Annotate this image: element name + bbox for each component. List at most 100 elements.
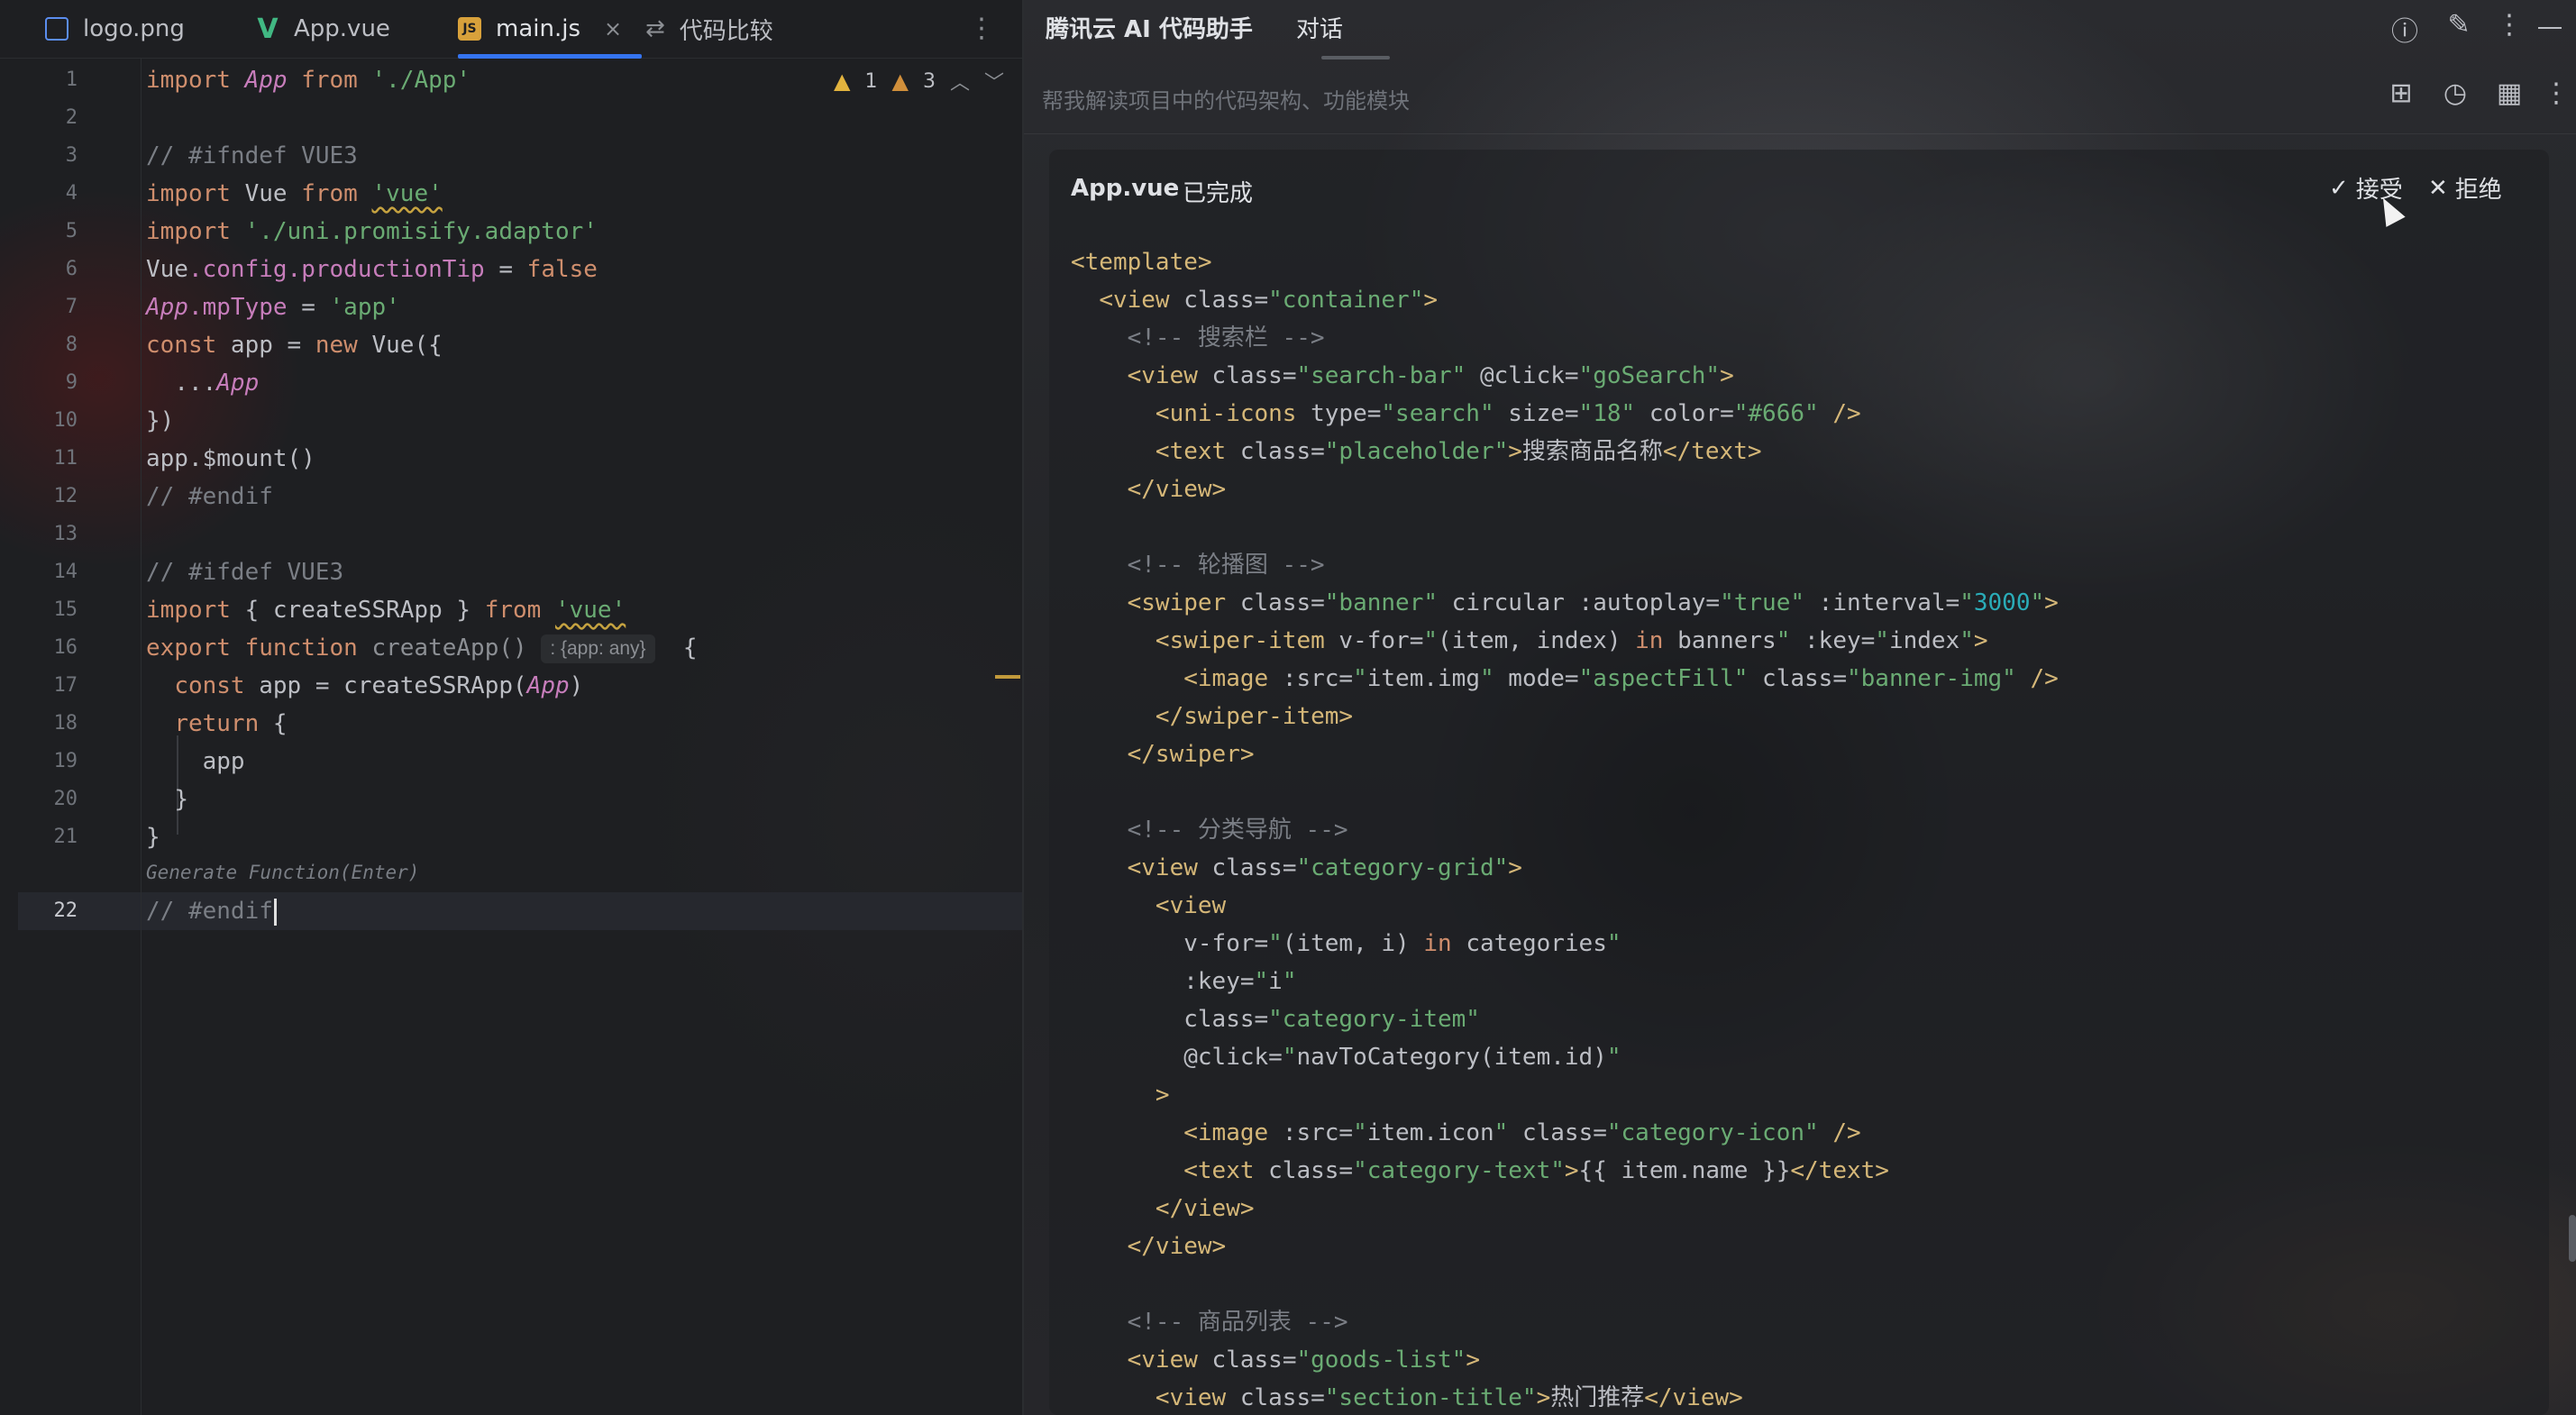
code-line-21[interactable]: } bbox=[146, 818, 160, 856]
weak-warning-icon: ▲ bbox=[891, 68, 909, 94]
code-line-9[interactable]: ...App bbox=[146, 364, 259, 402]
scrollbar-thumb[interactable] bbox=[2569, 1215, 2576, 1262]
vue-file-icon: V bbox=[257, 13, 279, 45]
code-line-11[interactable]: app.$mount() bbox=[146, 440, 315, 478]
suggested-code-line: <image :src="item.img" mode="aspectFill"… bbox=[1183, 665, 2059, 692]
more-vertical-icon[interactable]: ⋮ bbox=[2538, 78, 2574, 109]
code-line-22[interactable]: // #endif bbox=[146, 892, 277, 930]
reject-button[interactable]: ✕ 拒绝 bbox=[2428, 171, 2502, 205]
suggested-code-line: <image :src="item.icon" class="category-… bbox=[1183, 1119, 1861, 1146]
line-number: 2 bbox=[65, 106, 78, 129]
line-number: 18 bbox=[53, 712, 78, 735]
tab-code-compare[interactable]: ⇄ 代码比较 bbox=[645, 0, 773, 58]
code-line-1[interactable]: import App from './App' bbox=[146, 61, 470, 99]
line-number: 8 bbox=[65, 333, 78, 356]
assistant-header: 腾讯云 AI 代码助手 对话 ⓘ ✎ ⋮ bbox=[1024, 0, 2576, 59]
help-icon[interactable]: ⓘ bbox=[2387, 9, 2423, 49]
warning-count: 1 bbox=[864, 69, 878, 93]
ai-assistant-panel: 腾讯云 AI 代码助手 对话 ⓘ ✎ ⋮ 帮我解读项目中的代码架构、功能模块 ⊞… bbox=[1024, 0, 2576, 1415]
code-line-4[interactable]: import Vue from 'vue' bbox=[146, 175, 443, 213]
code-line-12[interactable]: // #endif bbox=[146, 478, 273, 516]
diff-icon: ⇄ bbox=[645, 15, 665, 42]
suggested-code-line: <view class="search-bar" @click="goSearc… bbox=[1127, 362, 1734, 389]
tab-chat[interactable]: 对话 bbox=[1296, 11, 1343, 44]
line-number: 12 bbox=[53, 485, 78, 507]
inlay-type-hint: : {app: any} bbox=[541, 634, 655, 663]
suggested-code-line: <template> bbox=[1071, 249, 1212, 276]
code-line-20[interactable]: } bbox=[146, 781, 188, 818]
suggested-code-line: :key="i" bbox=[1183, 968, 1297, 995]
line-number: 5 bbox=[65, 220, 78, 242]
code-line-3[interactable]: // #ifndef VUE3 bbox=[146, 137, 358, 175]
suggested-code-line: </view> bbox=[1127, 476, 1227, 503]
tab-label: App.vue bbox=[294, 15, 390, 42]
suggested-code-line: <!-- 搜索栏 --> bbox=[1127, 324, 1325, 351]
suggested-code-line: <text class="category-text">{{ item.name… bbox=[1183, 1157, 1889, 1184]
chevron-up-icon[interactable]: ︿ bbox=[950, 67, 970, 96]
suggested-code-line: <!-- 分类导航 --> bbox=[1127, 817, 1348, 844]
suggested-code-line: </view> bbox=[1127, 1233, 1227, 1260]
code-line-10[interactable]: }) bbox=[146, 402, 174, 440]
ide-window: logo.png V App.vue JS main.js × ⇄ 代码比较 ⋮… bbox=[0, 0, 2576, 1415]
js-file-icon: JS bbox=[458, 17, 481, 41]
tab-logo-png[interactable]: logo.png bbox=[45, 0, 185, 58]
code-line-7[interactable]: App.mpType = 'app' bbox=[146, 288, 400, 326]
weak-warning-count: 3 bbox=[922, 69, 936, 93]
tab-label: logo.png bbox=[83, 15, 185, 42]
line-number: 19 bbox=[53, 750, 78, 772]
line-number: 15 bbox=[53, 598, 78, 621]
history-icon[interactable]: ◷ bbox=[2437, 78, 2473, 109]
suggested-code[interactable]: <template> <view class="container"> <!--… bbox=[1071, 243, 2531, 1415]
close-icon[interactable]: × bbox=[604, 16, 622, 41]
more-vertical-icon[interactable]: ⋮ bbox=[968, 13, 995, 44]
new-chat-icon[interactable]: ⊞ bbox=[2383, 78, 2419, 109]
suggested-code-line: <uni-icons type="search" size="18" color… bbox=[1155, 400, 1861, 427]
plugin-icon[interactable]: ▦ bbox=[2491, 78, 2527, 109]
more-vertical-icon[interactable]: ⋮ bbox=[2491, 9, 2527, 41]
line-number: 22 bbox=[53, 899, 78, 922]
code-line-14[interactable]: // #ifdef VUE3 bbox=[146, 553, 343, 591]
line-number: 11 bbox=[53, 447, 78, 470]
minimize-icon[interactable] bbox=[2538, 27, 2562, 29]
check-icon: ✓ bbox=[2329, 174, 2349, 202]
line-number: 7 bbox=[65, 296, 78, 318]
edit-note-icon[interactable]: ✎ bbox=[2441, 9, 2477, 41]
reject-label: 拒绝 bbox=[2454, 177, 2502, 204]
code-line-15[interactable]: import { createSSRApp } from 'vue' bbox=[146, 591, 626, 629]
line-number: 10 bbox=[53, 409, 78, 432]
code-line-16[interactable]: export function createApp() : {app: any}… bbox=[146, 629, 698, 667]
suggested-code-line: <!-- 轮播图 --> bbox=[1127, 552, 1325, 579]
code-line-8[interactable]: const app = new Vue({ bbox=[146, 326, 443, 364]
code-suggestion-card: App.vue 已完成 ✓ 接受 ✕ 拒绝 <template> <view c… bbox=[1049, 150, 2549, 1415]
assistant-toolbar: 帮我解读项目中的代码架构、功能模块 ⊞ ◷ ▦ ⋮ bbox=[1024, 56, 2576, 134]
suggested-code-line: <swiper class="banner" circular :autopla… bbox=[1127, 589, 2059, 616]
image-file-icon bbox=[45, 17, 69, 41]
tab-app-vue[interactable]: V App.vue bbox=[256, 0, 390, 58]
card-file-name: App.vue bbox=[1071, 175, 1180, 202]
suggested-code-line: class="category-item" bbox=[1183, 1006, 1480, 1033]
code-line-6[interactable]: Vue.config.productionTip = false bbox=[146, 251, 598, 288]
code-line-18[interactable]: return { bbox=[146, 705, 287, 743]
card-status: 已完成 bbox=[1183, 180, 1254, 207]
inspection-widget[interactable]: ▲ 1 ▲ 3 ︿ ﹀ bbox=[834, 67, 1004, 96]
close-icon: ✕ bbox=[2428, 174, 2448, 202]
code-editor: logo.png V App.vue JS main.js × ⇄ 代码比较 ⋮… bbox=[0, 0, 1022, 1415]
editor-tab-bar: logo.png V App.vue JS main.js × ⇄ 代码比较 ⋮ bbox=[0, 0, 1022, 59]
code-line-5[interactable]: import './uni.promisify.adaptor' bbox=[146, 213, 598, 251]
prompt-suggestion[interactable]: 帮我解读项目中的代码架构、功能模块 bbox=[1042, 83, 1410, 114]
tab-label: main.js bbox=[496, 15, 580, 42]
tab-label: 代码比较 bbox=[679, 17, 773, 45]
suggested-code-line: </swiper-item> bbox=[1155, 703, 1354, 730]
suggested-code-line: <view bbox=[1155, 892, 1227, 919]
line-number: 17 bbox=[53, 674, 78, 697]
code-line-17[interactable]: const app = createSSRApp(App) bbox=[146, 667, 583, 705]
suggested-code-line: @click="navToCategory(item.id)" bbox=[1183, 1044, 1621, 1071]
tab-main-js[interactable]: JS main.js × bbox=[458, 0, 643, 59]
chevron-down-icon[interactable]: ﹀ bbox=[984, 67, 1004, 96]
generate-function-hint[interactable]: Generate Function(Enter) bbox=[146, 862, 419, 883]
line-number: 14 bbox=[53, 561, 78, 583]
scrollbar-warning-marker[interactable] bbox=[995, 675, 1020, 679]
warning-icon: ▲ bbox=[834, 68, 851, 94]
code-line-19[interactable]: app bbox=[146, 743, 245, 781]
suggested-code-line: <text class="placeholder">搜索商品名称</text> bbox=[1155, 438, 1762, 465]
